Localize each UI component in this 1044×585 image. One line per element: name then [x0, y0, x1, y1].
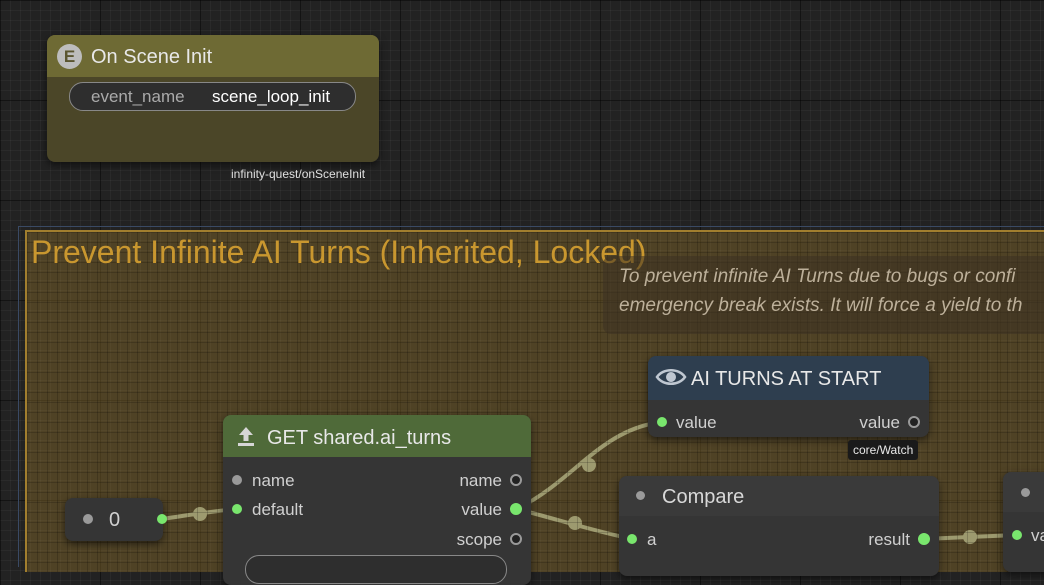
input-label-default: default — [252, 500, 304, 519]
eye-icon — [655, 369, 687, 385]
output-slot-value[interactable] — [510, 503, 522, 515]
input-slot-value[interactable] — [657, 417, 667, 427]
input-label-name: name — [252, 471, 295, 490]
input-label-a: a — [647, 530, 657, 549]
output-slot-value[interactable] — [908, 416, 920, 428]
event-name-widget[interactable]: event_name scene_loop_init — [69, 82, 356, 111]
upload-icon — [238, 427, 254, 446]
node-widget[interactable] — [245, 555, 507, 584]
node-type-tag: core/Watch — [848, 440, 919, 460]
number-node[interactable]: 0 — [65, 498, 163, 541]
output-slot-scope[interactable] — [510, 533, 522, 545]
number-output-slot[interactable] — [157, 514, 167, 524]
on-scene-init-node[interactable]: E On Scene Init event_name scene_loop_in… — [47, 35, 379, 162]
partial-node[interactable]: va — [1003, 472, 1044, 572]
output-label-result: result — [868, 530, 910, 549]
collapse-dot[interactable] — [636, 491, 645, 500]
group-title[interactable]: Prevent Infinite AI Turns (Inherited, Lo… — [31, 234, 646, 271]
input-label-value: value — [676, 413, 717, 432]
comment-line-2: emergency break exists. It will force a … — [619, 295, 1023, 316]
get-shared-ai-turns-node[interactable]: GET shared.ai_turns name default name va… — [223, 415, 531, 585]
node-title: Compare — [662, 486, 745, 508]
output-label-scope: scope — [456, 530, 502, 549]
output-label-value: value — [859, 413, 900, 432]
node-title: GET shared.ai_turns — [267, 427, 452, 449]
output-label-value: value — [461, 500, 502, 519]
event-badge-icon: E — [57, 44, 82, 69]
output-slot-result[interactable] — [918, 533, 930, 545]
output-label-name: name — [459, 471, 502, 490]
widget-label: event_name — [91, 87, 185, 106]
number-value[interactable]: 0 — [109, 509, 120, 532]
widget-value: scene_loop_init — [212, 87, 331, 106]
collapse-dot[interactable] — [1021, 488, 1030, 497]
node-title: On Scene Init — [91, 46, 213, 68]
input-slot-name[interactable] — [232, 475, 242, 485]
number-node-dot — [83, 514, 93, 524]
input-slot-a[interactable] — [627, 534, 637, 544]
input-slot-default[interactable] — [232, 504, 242, 514]
compare-node[interactable]: Compare a result — [619, 476, 939, 576]
input-label-value: va — [1031, 526, 1044, 545]
comment-line-1: To prevent infinite AI Turns due to bugs… — [619, 266, 1016, 287]
input-slot-value[interactable] — [1012, 530, 1022, 540]
ai-turns-at-start-watch-node[interactable]: AI TURNS AT START value value — [648, 356, 929, 437]
node-type-tag: infinity-quest/onSceneInit — [231, 167, 366, 181]
output-slot-name[interactable] — [510, 474, 522, 486]
node-title: AI TURNS AT START — [691, 368, 882, 390]
